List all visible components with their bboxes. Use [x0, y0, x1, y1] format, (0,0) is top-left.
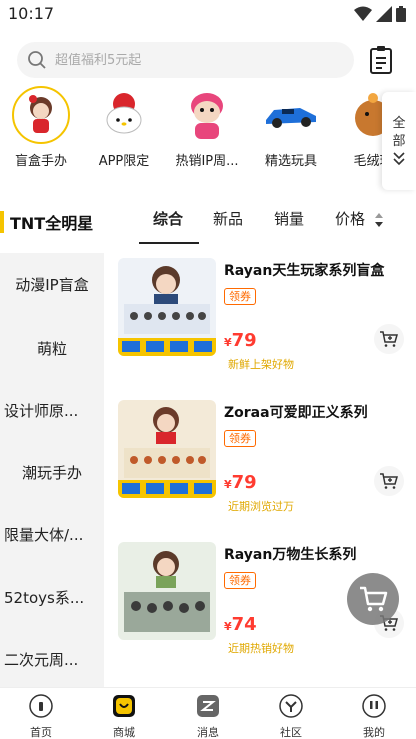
tab-new[interactable]: 新品: [213, 208, 243, 229]
bottom-nav: 首页 商城 消息 社区 我的: [0, 687, 416, 739]
category-thumb: [12, 86, 70, 144]
price-value: 74: [231, 614, 257, 635]
sort-arrows-icon: [374, 212, 383, 227]
brand-accent-bar: [0, 211, 4, 233]
category-thumb: [95, 86, 153, 144]
brand-name: TNT全明星: [10, 214, 94, 233]
tab-sales[interactable]: 销量: [274, 208, 304, 229]
all-categories-button[interactable]: 全 部: [382, 92, 416, 190]
side-item-52toys[interactable]: 52toys系...: [0, 566, 104, 628]
floating-cart-button[interactable]: [347, 573, 399, 625]
nav-messages[interactable]: 消息: [178, 694, 238, 739]
product-photo: [118, 400, 216, 498]
product-title: Rayan天生玩家系列盲盒: [224, 263, 385, 279]
nav-home[interactable]: 首页: [11, 694, 71, 739]
side-menu: 动漫IP盲盒 萌粒 设计师原... 潮玩手办 限量大体/... 52toys系.…: [0, 253, 104, 688]
price-currency: ¥: [224, 620, 232, 633]
product-title: Rayan万物生长系列: [224, 547, 357, 563]
nav-mall[interactable]: 商城: [94, 694, 154, 739]
kitty-icon: [106, 93, 142, 134]
coupon-tag[interactable]: 领券: [224, 288, 256, 305]
side-item-mengli[interactable]: 萌粒: [0, 317, 104, 379]
product-title: Zoraa可爱即正义系列: [224, 405, 368, 421]
cart-plus-icon: [380, 473, 398, 489]
tab-price-label: 价格: [335, 210, 366, 228]
product-note: 近期热销好物: [228, 642, 294, 655]
chevron-down-icon: [393, 152, 405, 166]
price-value: 79: [231, 330, 257, 351]
product-photo: [118, 542, 216, 640]
doll-icon: [29, 95, 52, 133]
search-icon: [28, 51, 46, 69]
search-row: [0, 42, 416, 80]
message-icon: [197, 695, 219, 717]
category-label: 热销IP周...: [175, 154, 239, 169]
profile-icon: [362, 694, 386, 718]
search-box[interactable]: [17, 42, 354, 78]
nav-label: 我的: [363, 726, 385, 739]
category-label: APP限定: [98, 154, 150, 169]
category-thumb: [178, 86, 236, 144]
nav-label: 商城: [113, 726, 135, 739]
all-label-2: 部: [392, 134, 406, 149]
add-to-cart-button[interactable]: [374, 324, 404, 354]
cart-plus-icon: [380, 331, 398, 347]
brand-sort-row: TNT全明星 综合 新品 销量 价格: [0, 200, 416, 246]
mall-icon: [113, 695, 135, 717]
coupon-tag[interactable]: 领券: [224, 572, 256, 589]
add-to-cart-button[interactable]: [374, 466, 404, 496]
product-note: 新鲜上架好物: [228, 358, 294, 371]
side-item-limited[interactable]: 限量大体/...: [0, 503, 104, 565]
race-car-icon: [266, 108, 316, 128]
product-price: ¥79: [224, 472, 257, 493]
tab-comprehensive[interactable]: 综合: [153, 208, 183, 229]
side-item-trendy[interactable]: 潮玩手办: [0, 441, 104, 503]
price-currency: ¥: [224, 336, 232, 349]
product-photo: [118, 258, 216, 356]
category-label: 精选玩具: [264, 154, 317, 169]
clipboard-icon[interactable]: [368, 45, 394, 75]
search-input[interactable]: [55, 52, 315, 68]
battery-icon: [396, 6, 406, 22]
product-image: [118, 542, 216, 640]
price-value: 79: [231, 472, 257, 493]
nav-label: 消息: [197, 726, 219, 739]
coupon-tag[interactable]: 领券: [224, 430, 256, 447]
community-icon: [279, 694, 303, 718]
category-strip: 盲盒手办 APP限定 热销IP周... 精选玩具 毛绒玩: [0, 86, 416, 182]
product-price: ¥74: [224, 614, 257, 635]
category-label: 盲盒手办: [14, 154, 67, 169]
tab-price[interactable]: 价格: [335, 208, 384, 229]
product-note: 近期浏览过万: [228, 500, 294, 513]
side-item-anime-ip[interactable]: 动漫IP盲盒: [0, 253, 104, 315]
shin-chan-icon: [191, 93, 223, 139]
category-hot-ip[interactable]: 热销IP周...: [172, 86, 242, 169]
product-card[interactable]: Zoraa可爱即正义系列 领券 ¥79 近期浏览过万: [118, 400, 408, 513]
signal-icon: [376, 6, 392, 22]
shopping-cart-icon: [360, 586, 388, 612]
side-item-designer[interactable]: 设计师原...: [0, 379, 104, 441]
tab-active-underline: [139, 242, 199, 244]
status-icons: [354, 6, 406, 22]
nav-profile[interactable]: 我的: [344, 694, 404, 739]
side-item-acg[interactable]: 二次元周...: [0, 628, 104, 688]
price-currency: ¥: [224, 478, 232, 491]
brand-heading: TNT全明星: [0, 210, 93, 234]
category-blind-box[interactable]: 盲盒手办: [6, 86, 76, 169]
wifi-icon: [354, 6, 372, 21]
category-toys[interactable]: 精选玩具: [256, 86, 326, 169]
product-price: ¥79: [224, 330, 257, 351]
product-card[interactable]: Rayan天生玩家系列盲盒 领券 ¥79 新鲜上架好物: [118, 258, 408, 371]
category-thumb: [262, 86, 320, 144]
status-time: 10:17: [8, 4, 55, 23]
product-image: [118, 258, 216, 356]
nav-community[interactable]: 社区: [261, 694, 321, 739]
category-app-limited[interactable]: APP限定: [89, 86, 159, 169]
home-icon: [29, 694, 53, 718]
status-bar: 10:17: [0, 0, 416, 30]
nav-label: 社区: [280, 726, 302, 739]
nav-label: 首页: [30, 726, 52, 739]
product-image: [118, 400, 216, 498]
all-label-1: 全: [392, 116, 406, 131]
